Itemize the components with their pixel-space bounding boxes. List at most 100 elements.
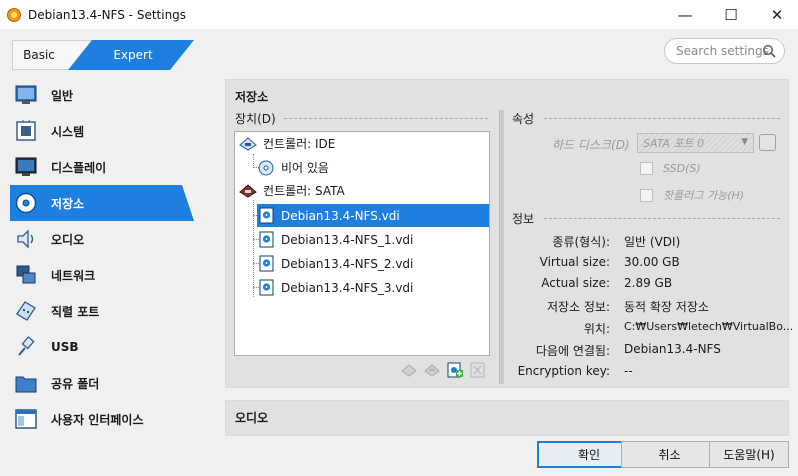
info-value: Debian13.4-NFS xyxy=(624,342,721,356)
tree-item-label: 비어 있음 xyxy=(281,161,329,175)
info-value: C:₩Users₩letech₩VirtualBo... xyxy=(624,320,794,333)
audio-speaker-icon xyxy=(14,227,38,251)
title-bar: Debian13.4-NFS - Settings — ☐ ✕ xyxy=(0,0,798,29)
info-value: 동적 확장 저장소 xyxy=(624,300,709,314)
info-divider xyxy=(544,218,780,219)
storage-panel: 저장소 장치(D) 컨트롤러: IDE 비어 있음 컨트롤러: SATA Deb… xyxy=(225,79,793,388)
info-key: Actual size: xyxy=(541,276,610,290)
tree-item-label: Debian13.4-NFS.vdi xyxy=(281,208,400,223)
info-key: Encryption key: xyxy=(517,364,610,378)
info-key: Virtual size: xyxy=(539,255,610,269)
attributes-label: 속성 xyxy=(512,112,535,126)
info-key: 종류(형식): xyxy=(552,235,610,249)
sidebar-item-display[interactable]: 디스플레이 xyxy=(10,149,214,185)
hard-disk-label: 하드 디스크(D) xyxy=(552,138,630,152)
tree-item-label: 컨트롤러: IDE xyxy=(263,137,336,151)
ssd-checkbox-label: SSD(S) xyxy=(663,162,701,175)
info-key: 위치: xyxy=(583,322,610,336)
devices-divider xyxy=(284,118,488,119)
sidebar-item-system[interactable]: 시스템 xyxy=(10,113,214,149)
hotplug-checkbox[interactable] xyxy=(640,188,653,202)
sidebar-item-storage[interactable]: 저장소 xyxy=(10,185,194,221)
devices-label: 장치(D) xyxy=(235,112,276,126)
tree-item-label: Debian13.4-NFS_1.vdi xyxy=(281,232,414,247)
sidebar-item-label: 공유 폴더 xyxy=(51,376,100,391)
hard-disk-icon xyxy=(257,255,275,273)
port-select-value: SATA 포트 0 xyxy=(643,137,705,150)
attributes-divider xyxy=(544,118,780,119)
tree-item-label: Debian13.4-NFS_2.vdi xyxy=(281,256,414,271)
info-value: 2.89 GB xyxy=(624,276,673,290)
virtualbox-app-icon xyxy=(7,7,21,22)
sidebar-item-general[interactable]: 일반 xyxy=(10,77,214,113)
info-label: 정보 xyxy=(512,212,535,226)
tree-item-disk[interactable]: Debian13.4-NFS_2.vdi xyxy=(257,252,477,275)
tree-item-optical-empty[interactable]: 비어 있음 xyxy=(257,156,477,179)
maximize-button[interactable]: ☐ xyxy=(708,0,754,29)
help-button[interactable]: 도움말(H) xyxy=(709,441,789,468)
sidebar-item-audio[interactable]: 오디오 xyxy=(10,221,214,257)
hard-disk-icon xyxy=(257,207,275,225)
chevron-down-icon: ▼ xyxy=(741,137,748,147)
basic-mode-label: Basic xyxy=(23,48,55,62)
settings-sidebar: 일반 시스템 디스플레이 저장소 오디오 네트워크 직렬 포트 USB 공유 폴… xyxy=(0,77,214,437)
ssd-checkbox-row[interactable]: SSD(S) xyxy=(640,162,701,175)
sidebar-item-label: 일반 xyxy=(51,88,74,103)
add-attachment-button[interactable] xyxy=(446,361,463,378)
sidebar-item-label: 사용자 인터페이스 xyxy=(51,412,144,427)
hotplug-checkbox-row[interactable]: 핫플러그 가능(H) xyxy=(640,187,744,203)
close-button[interactable]: ✕ xyxy=(754,0,798,29)
serial-port-icon xyxy=(14,299,38,323)
audio-section-title: 오디오 xyxy=(235,411,269,425)
cancel-button-label: 취소 xyxy=(658,448,681,462)
sidebar-item-label: USB xyxy=(51,340,79,354)
search-input[interactable]: Search settings xyxy=(664,38,785,64)
tree-item-label: 컨트롤러: SATA xyxy=(263,184,345,198)
sidebar-item-label: 저장소 xyxy=(51,196,85,211)
tree-item-disk[interactable]: Debian13.4-NFS_3.vdi xyxy=(257,276,477,299)
tree-item-controller-sata[interactable]: 컨트롤러: SATA xyxy=(239,179,479,202)
sidebar-item-shared-folders[interactable]: 공유 폴더 xyxy=(10,365,214,401)
ide-controller-icon xyxy=(239,135,257,153)
hard-disk-icon xyxy=(257,279,275,297)
window-title: Debian13.4-NFS - Settings xyxy=(28,7,187,22)
info-value: 30.00 GB xyxy=(624,255,680,269)
minimize-button[interactable]: — xyxy=(662,0,708,29)
hard-disk-port-select[interactable]: SATA 포트 0 ▼ xyxy=(637,133,754,153)
help-button-label: 도움말(H) xyxy=(723,448,775,462)
ssd-checkbox[interactable] xyxy=(640,162,653,175)
sidebar-item-network[interactable]: 네트워크 xyxy=(10,257,214,293)
sidebar-item-user-interface[interactable]: 사용자 인터페이스 xyxy=(10,401,214,437)
info-key: 저장소 정보: xyxy=(546,300,610,314)
choose-disk-icon[interactable] xyxy=(759,134,776,151)
sidebar-item-label: 디스플레이 xyxy=(51,160,107,175)
search-placeholder: Search settings xyxy=(676,44,769,58)
optical-disc-icon xyxy=(257,159,275,177)
sidebar-item-serial-ports[interactable]: 직렬 포트 xyxy=(10,293,214,329)
system-chip-icon xyxy=(14,119,38,143)
info-value: 일반 (VDI) xyxy=(624,235,681,249)
cancel-button[interactable]: 취소 xyxy=(621,441,718,468)
shared-folder-icon xyxy=(14,371,38,395)
search-icon xyxy=(762,44,776,58)
sata-controller-icon xyxy=(239,182,257,200)
add-controller-button[interactable] xyxy=(400,361,417,378)
sidebar-item-label: 직렬 포트 xyxy=(51,304,100,319)
sidebar-item-label: 네트워크 xyxy=(51,268,96,283)
remove-controller-button[interactable] xyxy=(423,361,440,378)
usb-plug-icon xyxy=(14,335,38,359)
tree-item-disk-selected[interactable]: Debian13.4-NFS.vdi xyxy=(257,204,489,227)
storage-devices-tree[interactable]: 컨트롤러: IDE 비어 있음 컨트롤러: SATA Debian13.4-NF… xyxy=(234,131,490,356)
sidebar-item-usb[interactable]: USB xyxy=(10,329,214,365)
tree-item-controller-ide[interactable]: 컨트롤러: IDE xyxy=(239,132,479,155)
user-interface-icon xyxy=(14,407,38,431)
general-icon xyxy=(14,83,38,107)
mode-bar: Basic Expert Search settings xyxy=(0,29,798,73)
hotplug-checkbox-label: 핫플러그 가능(H) xyxy=(663,189,745,202)
tree-connector xyxy=(253,154,254,168)
tree-item-disk[interactable]: Debian13.4-NFS_1.vdi xyxy=(257,228,477,251)
sidebar-item-label: 시스템 xyxy=(51,124,85,139)
tree-item-label: Debian13.4-NFS_3.vdi xyxy=(281,280,414,295)
storage-section-title: 저장소 xyxy=(235,90,269,104)
expert-mode-label: Expert xyxy=(113,48,153,62)
